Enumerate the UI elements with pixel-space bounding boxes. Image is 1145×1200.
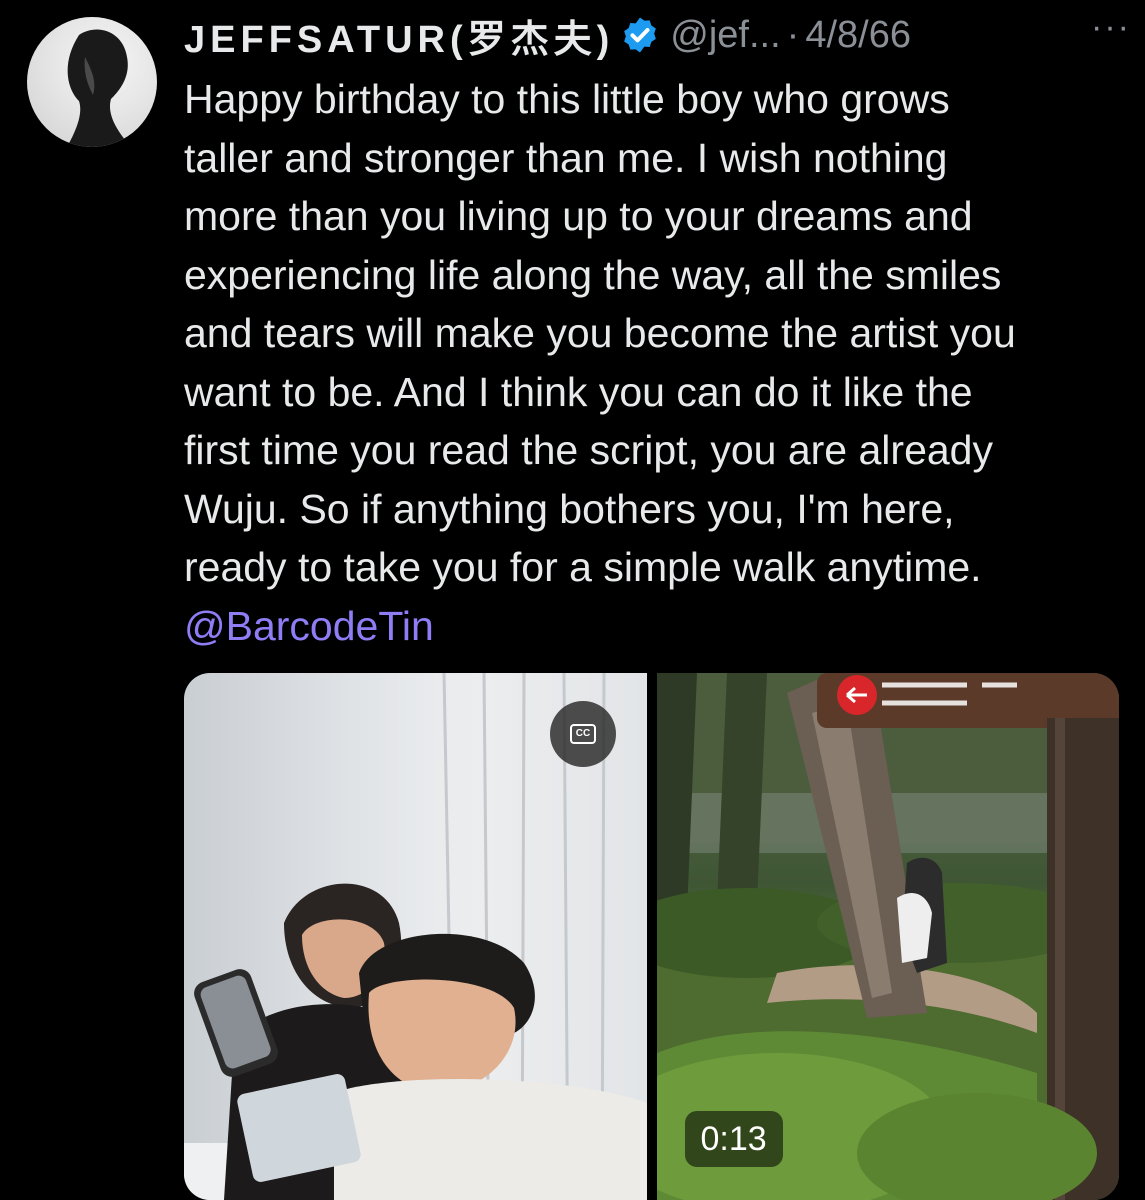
more-options-button[interactable]: ··· [1091,8,1131,47]
author-display-name[interactable]: JEFFSATUR(罗杰夫) [184,8,614,63]
mention-link[interactable]: @BarcodeTin [184,603,434,649]
profile-photo-icon [67,29,131,147]
media-video-left[interactable]: CC [184,673,647,1200]
tweet-text-line: Wuju. So if anything bothers you, I'm he… [184,485,955,532]
tweet-text: Happy birthday to this little boy who gr… [184,70,1129,655]
tweet-text-line: and tears will make you become the artis… [184,310,1016,356]
tweet-text-line: want to be. And I think you can do it li… [184,368,973,415]
tweet-text-line: first time you read the script, you are … [184,427,993,473]
media-grid: CC 0:13 [184,673,1119,1200]
tweet-date[interactable]: 4/8/66 [805,14,911,57]
separator-dot: · [786,13,800,56]
cc-icon: CC [570,724,596,744]
tweet-header: JEFFSATUR(罗杰夫) @jef... · 4/8/66 [184,8,1125,63]
tweet-text-line: more than you living up to your dreams a… [184,193,973,239]
tweet-text-line: ready to take you for a simple walk anyt… [184,544,982,590]
tweet-text-line: taller and stronger than me. I wish noth… [184,134,948,181]
tweet-text-line: experiencing life along the way, all the… [184,251,1002,298]
verified-badge-icon [624,17,657,53]
tweet-text-line: Happy birthday to this little boy who gr… [184,76,950,122]
avatar[interactable] [27,17,157,147]
closed-captions-button[interactable]: CC [550,701,616,767]
media-video-right[interactable]: 0:13 [656,673,1119,1200]
video-duration: 0:13 [684,1111,783,1167]
author-handle[interactable]: @jef... [670,14,780,57]
